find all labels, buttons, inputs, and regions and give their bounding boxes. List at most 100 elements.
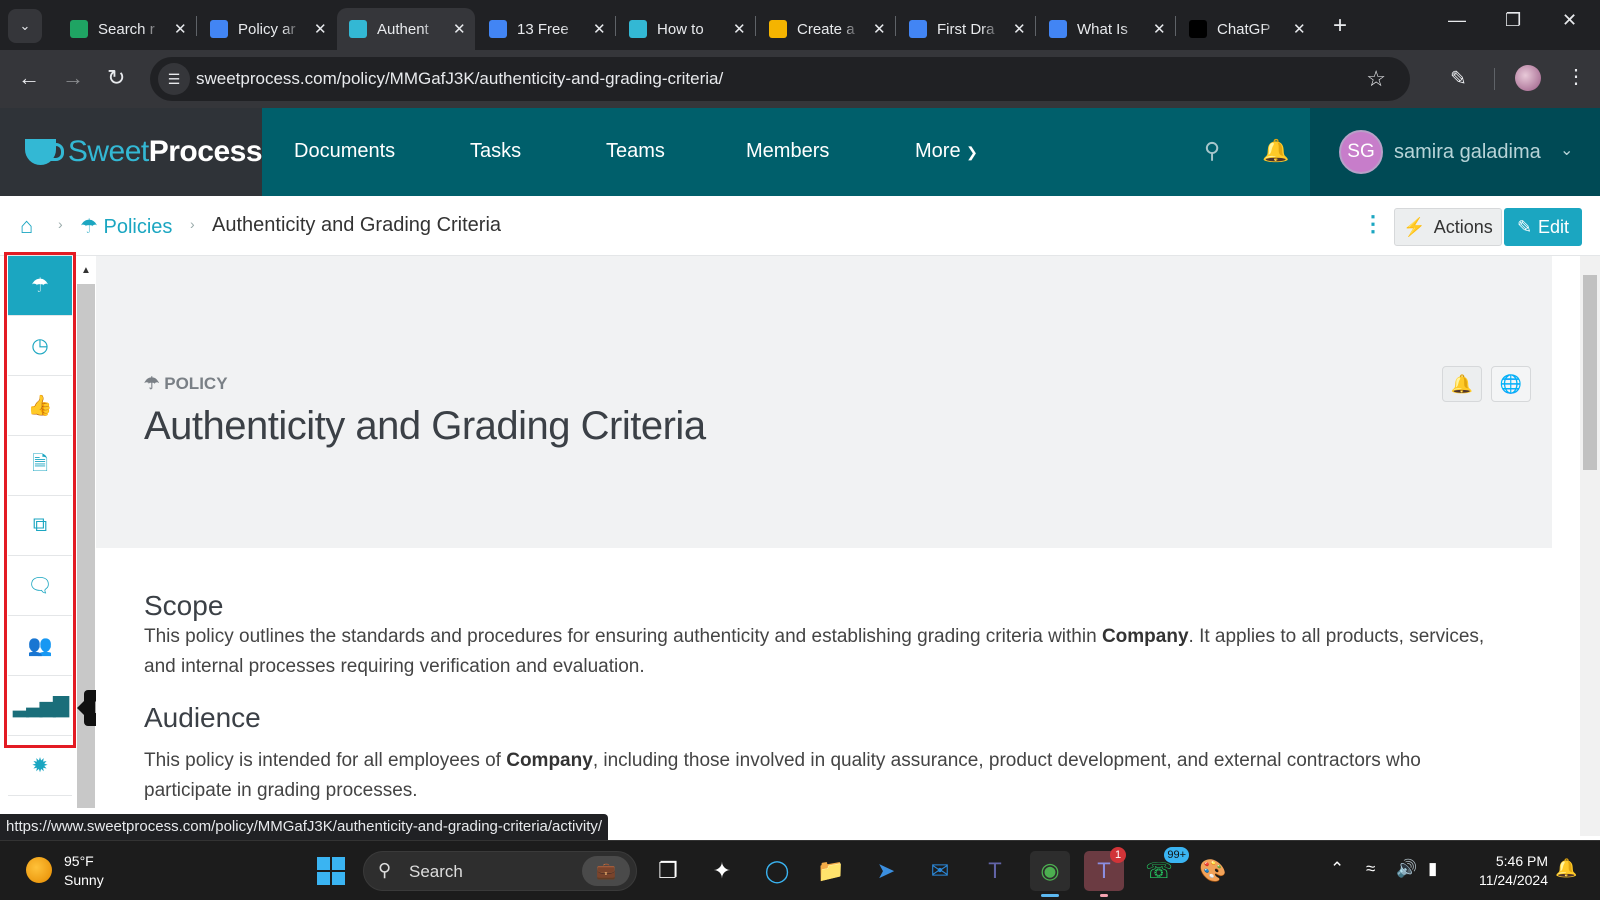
nav-tasks[interactable]: Tasks bbox=[470, 140, 521, 163]
browser-tab[interactable]: 13 Free ✕ bbox=[477, 8, 615, 50]
copilot-icon[interactable]: ✦ bbox=[702, 851, 742, 891]
scroll-up-arrow-icon[interactable]: ▲ bbox=[77, 258, 95, 284]
tab-separator bbox=[196, 16, 197, 36]
nav-more[interactable]: More ❯ bbox=[915, 140, 978, 163]
browser-tab[interactable]: ChatGP ✕ bbox=[1177, 8, 1315, 50]
tab-search-button[interactable]: ⌄ bbox=[8, 9, 42, 43]
user-menu[interactable]: SG samira galadima ⌄ bbox=[1310, 108, 1600, 196]
whatsapp-icon[interactable]: ☏ 99+ bbox=[1139, 847, 1189, 891]
sweetprocess-logo[interactable]: SweetProcess bbox=[0, 108, 263, 196]
bell-icon[interactable]: 🔔 bbox=[1262, 138, 1289, 164]
address-bar[interactable]: ☰ sweetprocess.com/policy/MMGafJ3K/authe… bbox=[150, 57, 1410, 101]
nav-teams[interactable]: Teams bbox=[606, 140, 665, 163]
edge-icon[interactable]: ◯ bbox=[757, 851, 797, 891]
teams-work-icon[interactable]: T1 bbox=[1084, 847, 1126, 897]
minimize-icon: — bbox=[1448, 10, 1466, 30]
breadcrumb-separator: › bbox=[58, 216, 63, 232]
weather-temp[interactable]: 95°F bbox=[64, 853, 94, 869]
weather-condition[interactable]: Sunny bbox=[64, 872, 104, 888]
dingtalk-icon[interactable]: ➤ bbox=[866, 851, 906, 891]
tab-separator bbox=[615, 16, 616, 36]
sidebar-item-history[interactable]: ◷ bbox=[8, 316, 72, 376]
outlook-icon[interactable]: ✉ bbox=[920, 851, 960, 891]
browser-tab[interactable]: How to ✕ bbox=[617, 8, 755, 50]
browser-menu-icon[interactable]: ⋮ bbox=[1566, 64, 1586, 89]
tab-separator bbox=[895, 16, 896, 36]
tab-close-icon[interactable]: ✕ bbox=[1293, 20, 1306, 38]
browser-tab[interactable]: Search r ✕ bbox=[58, 8, 196, 50]
sweetprocess-icon bbox=[349, 20, 367, 38]
more-options-icon[interactable]: ⋮ bbox=[1362, 211, 1384, 237]
browser-tab[interactable]: Create a ✕ bbox=[757, 8, 895, 50]
google-drive-icon bbox=[70, 20, 88, 38]
edit-button[interactable]: ✎ Edit bbox=[1504, 208, 1582, 246]
taskbar-search[interactable]: ⚲ Search 💼 bbox=[363, 851, 637, 891]
volume-icon[interactable]: 🔊 bbox=[1396, 859, 1417, 879]
public-share-button[interactable]: 🌐 bbox=[1491, 366, 1531, 402]
teams-icon[interactable]: T bbox=[975, 851, 1015, 891]
clock-time[interactable]: 5:46 PM bbox=[1484, 853, 1548, 869]
sidebar-item-settings[interactable]: ✹ bbox=[8, 736, 72, 796]
sidebar-item-policy[interactable]: ☂ bbox=[8, 256, 72, 316]
sidebar-item-approvals[interactable]: 👍 bbox=[8, 376, 72, 436]
breadcrumb-policies[interactable]: ☂ Policies bbox=[80, 214, 172, 239]
tab-close-icon[interactable]: ✕ bbox=[733, 20, 746, 38]
nav-documents[interactable]: Documents bbox=[294, 140, 395, 163]
restore-button[interactable]: ❐ bbox=[1505, 10, 1521, 31]
wifi-icon[interactable]: ≈ bbox=[1366, 859, 1375, 879]
site-settings-icon[interactable]: ☰ bbox=[158, 63, 190, 95]
sidebar-item-activity[interactable]: ▂▃▅▇ bbox=[8, 676, 72, 736]
sun-icon[interactable] bbox=[26, 857, 52, 883]
battery-icon[interactable]: ▮ bbox=[1428, 859, 1437, 879]
chrome-icon[interactable]: ◉ bbox=[1030, 851, 1070, 897]
tab-close-icon[interactable]: ✕ bbox=[314, 20, 327, 38]
new-tab-button[interactable]: + bbox=[1333, 12, 1347, 40]
extensions-icon[interactable]: ✎ bbox=[1450, 66, 1467, 91]
browser-tab[interactable]: First Dra ✕ bbox=[897, 8, 1035, 50]
signal-bars-icon: ▂▃▅▇ bbox=[13, 695, 69, 717]
tab-close-icon[interactable]: ✕ bbox=[873, 20, 886, 38]
browser-tab[interactable]: Authent ✕ bbox=[337, 8, 475, 50]
subscribe-button[interactable]: 🔔 bbox=[1442, 366, 1482, 402]
close-window-button[interactable]: ✕ bbox=[1562, 10, 1577, 31]
actions-button[interactable]: ⚡ Actions bbox=[1394, 208, 1502, 246]
briefcase-icon: 💼 bbox=[582, 856, 630, 886]
sidebar-item-copies[interactable]: ⧉ bbox=[8, 496, 72, 556]
task-view-icon[interactable]: ❐ bbox=[648, 851, 688, 891]
back-button[interactable]: ← bbox=[18, 65, 40, 91]
main-scrollbar-thumb[interactable] bbox=[1583, 275, 1597, 470]
chevron-down-icon: ⌄ bbox=[1560, 142, 1574, 159]
sidebar-item-teams[interactable]: 👥 bbox=[8, 616, 72, 676]
forward-button[interactable]: → bbox=[62, 65, 84, 91]
windows-start-icon[interactable] bbox=[317, 857, 345, 885]
minimize-button[interactable]: — bbox=[1448, 10, 1466, 31]
tab-close-icon[interactable]: ✕ bbox=[174, 20, 187, 38]
nav-members[interactable]: Members bbox=[746, 140, 829, 163]
section-heading-audience: Audience bbox=[144, 702, 261, 733]
browser-tab[interactable]: Policy ar ✕ bbox=[198, 8, 336, 50]
page-title: Authenticity and Grading Criteria bbox=[144, 404, 706, 448]
tab-close-icon[interactable]: ✕ bbox=[1013, 20, 1026, 38]
indicator bbox=[1100, 894, 1108, 897]
search-icon[interactable]: ⚲ bbox=[1204, 138, 1220, 164]
paint-icon[interactable]: 🎨 bbox=[1193, 851, 1233, 891]
reload-button[interactable]: ↻ bbox=[107, 65, 125, 91]
notification-bell-icon[interactable]: 🔔 bbox=[1555, 858, 1577, 879]
tab-close-icon[interactable]: ✕ bbox=[1153, 20, 1166, 38]
chevron-up-icon[interactable]: ⌃ bbox=[1330, 859, 1344, 879]
notification-badge: 1 bbox=[1110, 847, 1126, 863]
arrow-right-icon: → bbox=[62, 65, 84, 90]
clock-date[interactable]: 11/24/2024 bbox=[1464, 872, 1548, 888]
home-icon[interactable]: ⌂ bbox=[20, 213, 33, 239]
url-text[interactable]: sweetprocess.com/policy/MMGafJ3K/authent… bbox=[196, 69, 723, 89]
sidebar-item-documents[interactable]: 🗎 bbox=[8, 436, 72, 496]
file-explorer-icon[interactable]: 📁 bbox=[811, 851, 851, 891]
tab-close-icon[interactable]: ✕ bbox=[453, 20, 466, 38]
toolbar-divider bbox=[1494, 68, 1495, 90]
bookmark-star-icon[interactable]: ☆ bbox=[1366, 66, 1386, 92]
tab-close-icon[interactable]: ✕ bbox=[593, 20, 606, 38]
profile-avatar[interactable] bbox=[1515, 65, 1541, 91]
browser-tab[interactable]: What Is ✕ bbox=[1037, 8, 1175, 50]
logo-text-light: Sweet bbox=[67, 135, 149, 168]
sidebar-item-comments[interactable]: 🗨 bbox=[8, 556, 72, 616]
